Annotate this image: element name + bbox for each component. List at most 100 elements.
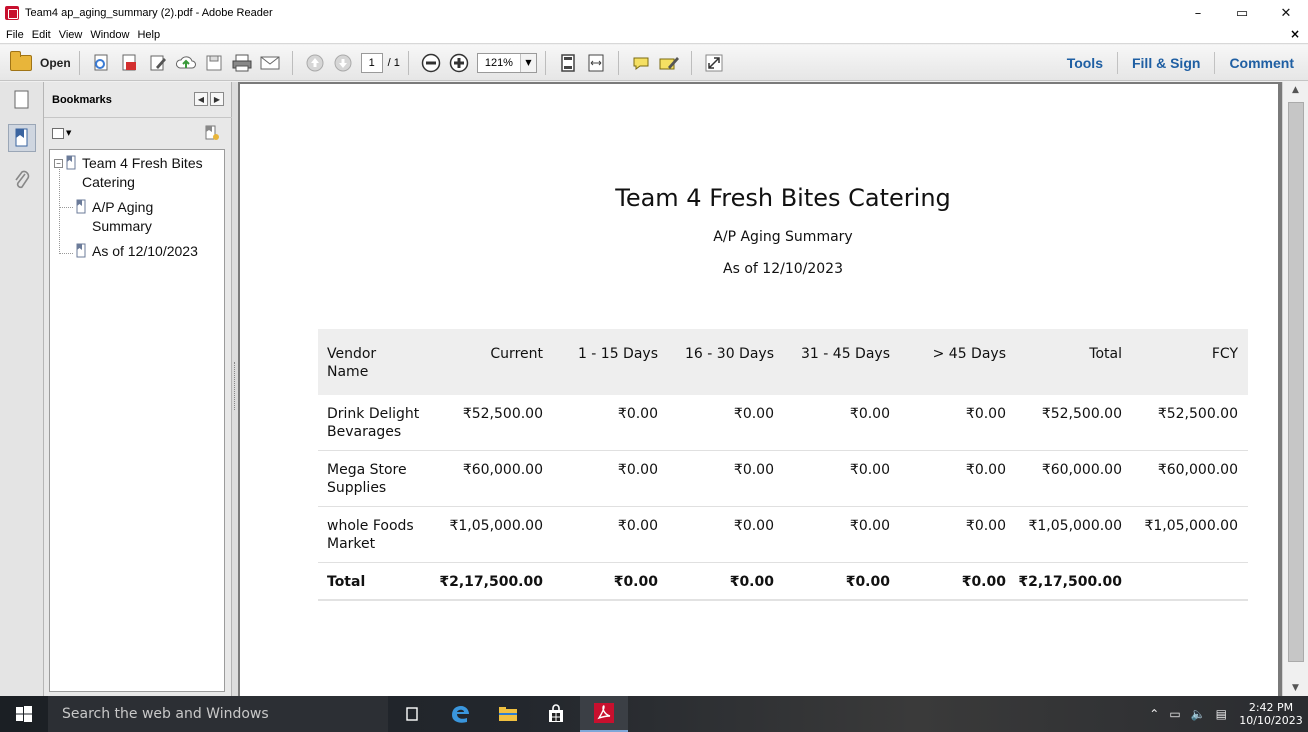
- start-button[interactable]: [0, 696, 48, 732]
- show-hidden-icons-icon[interactable]: ⌃: [1149, 707, 1159, 721]
- bookmark-options-button[interactable]: ▼: [52, 127, 72, 139]
- table-cell: ₹0.00: [965, 462, 1006, 478]
- list-options-icon: [52, 127, 64, 139]
- splitter-grip: [234, 362, 236, 410]
- taskbar-search-input[interactable]: Search the web and Windows: [48, 696, 388, 732]
- edit-pdf-button[interactable]: [147, 52, 169, 74]
- expand-panel-icon[interactable]: ▶: [210, 92, 224, 106]
- menu-edit[interactable]: Edit: [32, 29, 51, 41]
- fit-width-icon: [588, 54, 604, 71]
- vertical-scrollbar[interactable]: ▲ ▼: [1282, 82, 1308, 696]
- collapse-toggle[interactable]: −: [54, 159, 63, 168]
- adobe-reader-taskbar-button[interactable]: [580, 696, 628, 732]
- menu-window[interactable]: Window: [90, 29, 129, 41]
- edge-browser-button[interactable]: [436, 696, 484, 732]
- total-cell: ₹0.00: [961, 574, 1006, 590]
- column-header: 31 - 45 Days: [801, 346, 890, 362]
- zoom-out-button[interactable]: [420, 52, 442, 74]
- edge-icon: [452, 706, 469, 723]
- bookmark-item-team4[interactable]: − Team 4 Fresh Bites Catering: [54, 154, 212, 192]
- total-cell: ₹0.00: [613, 574, 658, 590]
- task-view-button[interactable]: [388, 696, 436, 732]
- create-pdf-icon: [94, 54, 108, 70]
- volume-icon[interactable]: 🔈: [1191, 707, 1206, 721]
- sticky-note-button[interactable]: [630, 52, 652, 74]
- close-button[interactable]: ✕: [1264, 0, 1308, 26]
- print-button[interactable]: [231, 52, 253, 74]
- chevron-down-icon[interactable]: ▼: [519, 53, 536, 72]
- total-cell: ₹0.00: [845, 574, 890, 590]
- fit-width-button[interactable]: [585, 52, 607, 74]
- minus-circle-icon: [421, 53, 441, 72]
- export-pdf-button[interactable]: [119, 52, 141, 74]
- email-button[interactable]: [259, 52, 281, 74]
- bookmark-item-as-of[interactable]: As of 12/10/2023: [76, 242, 232, 261]
- total-cell: ₹2,17,500.00: [1018, 574, 1122, 590]
- bookmark-item-ap-aging[interactable]: A/P Aging Summary: [76, 198, 202, 236]
- bookmarks-panel-button[interactable]: [8, 124, 36, 152]
- bookmarks-header: Bookmarks ◀ ▶: [44, 82, 232, 118]
- full-screen-button[interactable]: [703, 52, 725, 74]
- table-header: Vendor Name Current 1 - 15 Days 16 - 30 …: [318, 329, 1248, 395]
- open-button[interactable]: Open: [10, 49, 71, 77]
- clock-date: 10/10/2023: [1239, 714, 1303, 727]
- comment-link[interactable]: Comment: [1215, 51, 1308, 75]
- page-thumbnails-button[interactable]: [8, 86, 36, 114]
- table-row: Mega Store Supplies ₹60,000.00 ₹0.00 ₹0.…: [318, 451, 1248, 507]
- toolbar: Open 1 / 1 121% ▼ Tools Fill & Sign Comm…: [0, 45, 1308, 81]
- tools-link[interactable]: Tools: [1053, 51, 1117, 75]
- table-row: whole Foods Market ₹1,05,000.00 ₹0.00 ₹0…: [318, 507, 1248, 563]
- toolbar-right-links: Tools Fill & Sign Comment: [1053, 45, 1308, 81]
- create-pdf-button[interactable]: [91, 52, 113, 74]
- clock[interactable]: 2:42 PM 10/10/2023: [1236, 701, 1306, 727]
- chevron-down-icon: ▼: [66, 129, 72, 137]
- table-cell: ₹0.00: [733, 406, 774, 422]
- bookmarks-tools: ▼: [44, 119, 232, 147]
- column-header: 16 - 30 Days: [685, 346, 774, 362]
- upload-cloud-button[interactable]: [175, 52, 197, 74]
- export-pdf-icon: [122, 54, 136, 70]
- scrollbar-thumb[interactable]: [1288, 102, 1304, 662]
- vendor-name: Drink Delight Bevarages: [327, 406, 420, 440]
- fit-page-button[interactable]: [557, 52, 579, 74]
- title-bar: Team4 ap_aging_summary (2).pdf - Adobe R…: [0, 0, 1308, 26]
- battery-icon[interactable]: ▭: [1169, 707, 1180, 721]
- page-total: / 1: [387, 56, 400, 69]
- menu-file[interactable]: File: [6, 29, 24, 41]
- save-button[interactable]: [203, 52, 225, 74]
- minimize-button[interactable]: –: [1176, 0, 1220, 26]
- new-bookmark-button[interactable]: [204, 125, 220, 144]
- column-header: Total: [1089, 346, 1122, 362]
- page-number-input[interactable]: 1: [360, 52, 383, 73]
- bookmark-icon: [66, 155, 76, 170]
- menu-help[interactable]: Help: [137, 29, 160, 41]
- maximize-button[interactable]: ▭: [1220, 0, 1264, 26]
- envelope-icon: [260, 56, 280, 69]
- highlighter-icon: [659, 56, 679, 69]
- plus-circle-icon: [449, 53, 469, 72]
- table-cell: ₹60,000.00: [462, 462, 543, 478]
- scroll-up-icon[interactable]: ▲: [1283, 82, 1308, 98]
- bookmark-icon: [76, 199, 86, 214]
- table-cell: ₹0.00: [965, 406, 1006, 422]
- zoom-select[interactable]: 121% ▼: [476, 52, 537, 73]
- highlight-button[interactable]: [658, 52, 680, 74]
- paperclip-icon: [15, 170, 30, 189]
- menu-view[interactable]: View: [59, 29, 83, 41]
- attachments-button[interactable]: [8, 166, 36, 194]
- column-header: > 45 Days: [932, 346, 1006, 362]
- close-document-button[interactable]: ×: [1290, 27, 1300, 41]
- table-cell: ₹0.00: [733, 462, 774, 478]
- table-cell: ₹1,05,000.00: [1144, 518, 1238, 534]
- previous-page-button[interactable]: [304, 52, 326, 74]
- store-button[interactable]: [532, 696, 580, 732]
- file-explorer-button[interactable]: [484, 696, 532, 732]
- fill-sign-link[interactable]: Fill & Sign: [1118, 51, 1214, 75]
- clock-time: 2:42 PM: [1248, 701, 1294, 714]
- total-row: Total ₹2,17,500.00 ₹0.00 ₹0.00 ₹0.00 ₹0.…: [318, 563, 1248, 601]
- scroll-down-icon[interactable]: ▼: [1283, 680, 1308, 696]
- zoom-in-button[interactable]: [448, 52, 470, 74]
- notifications-icon[interactable]: ▤: [1216, 707, 1227, 721]
- collapse-panel-icon[interactable]: ◀: [194, 92, 208, 106]
- next-page-button[interactable]: [332, 52, 354, 74]
